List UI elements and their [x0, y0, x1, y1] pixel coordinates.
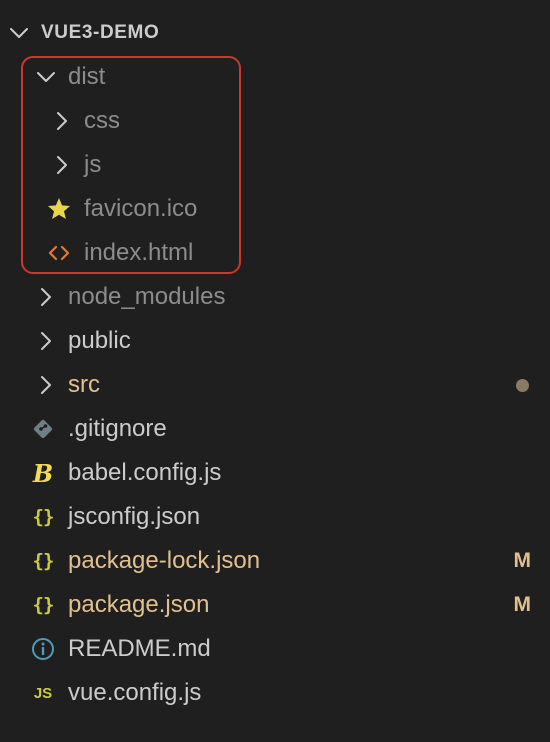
tree-item-babel-config[interactable]: B babel.config.js [0, 451, 550, 495]
tree-item-label[interactable]: index.html [84, 231, 193, 275]
file-explorer: VUE3-DEMO dist css js favicon.ico index.… [0, 0, 550, 742]
tree-item-label[interactable]: jsconfig.json [68, 495, 200, 539]
tree-item-label[interactable]: package-lock.json [68, 539, 260, 583]
tree-item-package-lock[interactable]: {} package-lock.json M [0, 539, 550, 583]
tree-item-node-modules[interactable]: node_modules [0, 275, 550, 319]
tree-item-css[interactable]: css [0, 99, 550, 143]
git-status-badge: M [513, 549, 532, 572]
tree-item-label[interactable]: babel.config.js [68, 451, 221, 495]
project-root-header[interactable]: VUE3-DEMO [0, 11, 550, 55]
json-braces-icon: {} [32, 506, 55, 528]
tree-item-vue-config[interactable]: JS vue.config.js [0, 671, 550, 715]
star-icon [46, 196, 72, 222]
tree-item-label[interactable]: package.json [68, 583, 209, 627]
chevron-down-icon[interactable] [8, 22, 30, 44]
js-icon: JS [33, 684, 53, 702]
chevron-right-icon[interactable] [35, 330, 57, 352]
tree-item-label[interactable]: dist [68, 55, 105, 99]
tree-item-label[interactable]: js [84, 143, 101, 187]
tree-item-label[interactable]: src [68, 363, 100, 407]
tree-item-src[interactable]: src [0, 363, 550, 407]
tree-item-dist[interactable]: dist [0, 55, 550, 99]
tree-item-jsconfig[interactable]: {} jsconfig.json [0, 495, 550, 539]
info-icon [30, 636, 56, 662]
tree-item-package-json[interactable]: {} package.json M [0, 583, 550, 627]
tree-item-label[interactable]: public [68, 319, 131, 363]
tree-item-label[interactable]: README.md [68, 627, 211, 671]
tree-item-label[interactable]: vue.config.js [68, 671, 201, 715]
babel-icon: B [32, 458, 54, 488]
chevron-right-icon[interactable] [35, 286, 57, 308]
tree-item-label[interactable]: .gitignore [68, 407, 167, 451]
project-root-title[interactable]: VUE3-DEMO [41, 11, 159, 55]
json-braces-icon: {} [32, 594, 55, 616]
modified-dot-icon [516, 379, 529, 392]
tree-item-js[interactable]: js [0, 143, 550, 187]
git-diamond-icon [30, 416, 56, 442]
tree-item-index-html[interactable]: index.html [0, 231, 550, 275]
tree-item-favicon[interactable]: favicon.ico [0, 187, 550, 231]
chevron-right-icon[interactable] [51, 110, 73, 132]
tree-item-label[interactable]: css [84, 99, 120, 143]
tree-item-label[interactable]: favicon.ico [84, 187, 197, 231]
chevron-right-icon[interactable] [35, 374, 57, 396]
tree-item-public[interactable]: public [0, 319, 550, 363]
tree-item-gitignore[interactable]: .gitignore [0, 407, 550, 451]
html-code-icon [46, 240, 72, 266]
git-status-badge: M [513, 593, 532, 616]
chevron-down-icon[interactable] [35, 66, 57, 88]
json-braces-icon: {} [32, 550, 55, 572]
tree-item-readme[interactable]: README.md [0, 627, 550, 671]
chevron-right-icon[interactable] [51, 154, 73, 176]
tree-item-label[interactable]: node_modules [68, 275, 225, 319]
